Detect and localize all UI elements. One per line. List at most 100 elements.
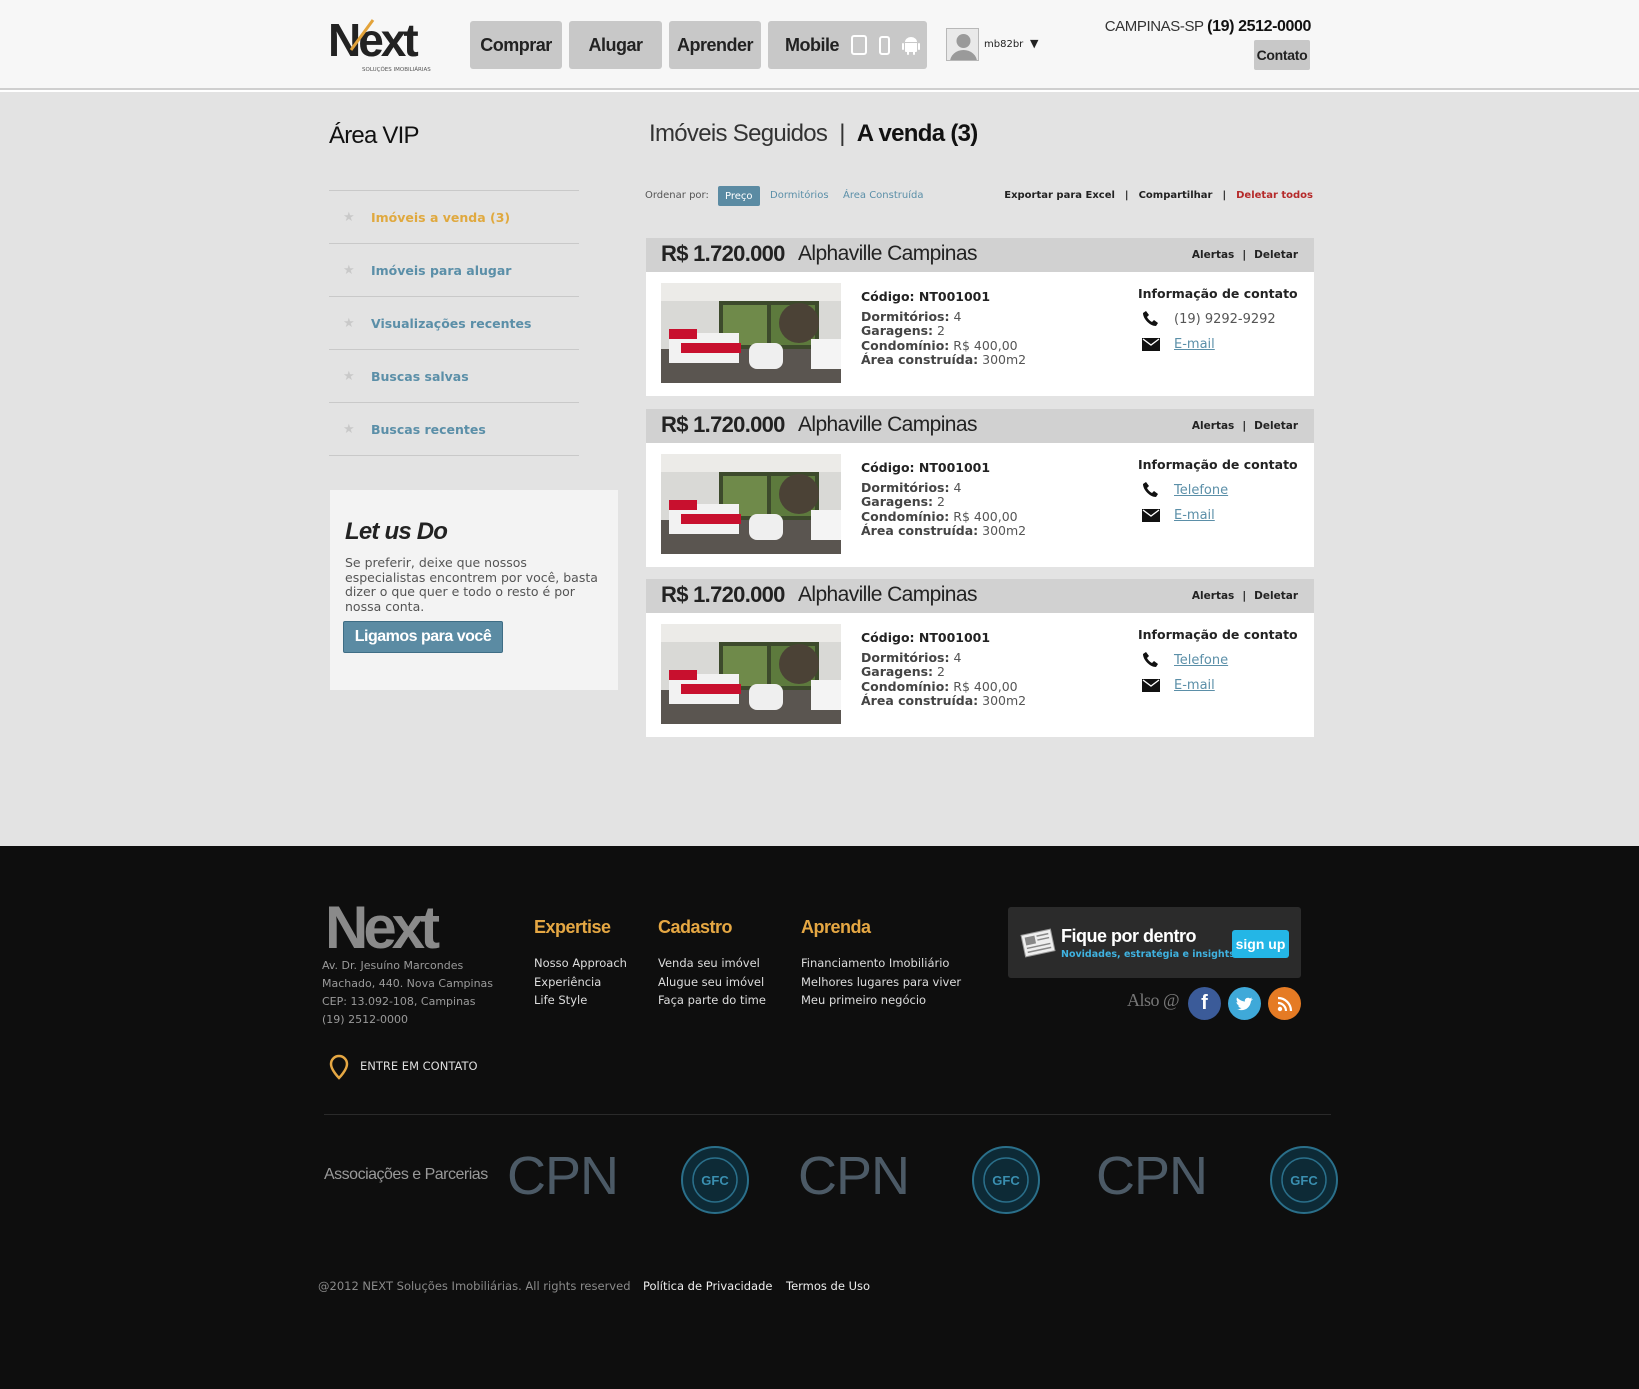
detail-value: 300m2 [982, 352, 1027, 367]
sort-preco-button[interactable]: Preço [718, 186, 760, 206]
footer-link[interactable]: Financiamento Imobiliário [801, 954, 961, 973]
property-code: Código: NT001001 [861, 289, 991, 304]
property-code: Código: NT001001 [861, 460, 991, 475]
footer-link[interactable]: Meu primeiro negócio [801, 991, 961, 1010]
sidebar-item-visualizacoes[interactable]: ★ Visualizações recentes [329, 297, 579, 350]
partner-cpn-logo[interactable]: CPN [798, 1145, 910, 1207]
contact-phone[interactable]: Telefone [1174, 483, 1228, 498]
detail-label: Garagens: [861, 494, 934, 509]
alertas-link[interactable]: Alertas [1192, 249, 1234, 261]
terms-of-use-link[interactable]: Termos de Uso [786, 1279, 870, 1293]
alertas-link[interactable]: Alertas [1192, 420, 1234, 432]
footer-col-title: Cadastro [658, 917, 733, 937]
contact-phone[interactable]: Telefone [1174, 653, 1228, 668]
card-location[interactable]: Alphaville Campinas [798, 242, 977, 266]
deletar-link[interactable]: Deletar [1254, 420, 1298, 432]
exportar-excel-link[interactable]: Exportar para Excel [1004, 190, 1115, 201]
ligamos-para-voce-button[interactable]: Ligamos para você [343, 621, 503, 653]
newsletter-box: Fique por dentro Novidades, estratégia e… [1008, 907, 1301, 978]
deletar-link[interactable]: Deletar [1254, 590, 1298, 602]
sign-up-button[interactable]: sign up [1232, 930, 1289, 958]
partner-guarani-seal[interactable]: GFC [680, 1145, 750, 1215]
user-menu-caret-icon[interactable]: ▼ [1030, 37, 1038, 50]
card-price[interactable]: R$ 1.720.000 [661, 412, 785, 438]
partner-cpn-logo[interactable]: CPN [507, 1145, 619, 1207]
facebook-icon[interactable]: f [1188, 987, 1221, 1020]
newspaper-icon [1020, 927, 1056, 963]
next-logo[interactable]: Next SOLUÇÕES IMOBILIÁRIAS [328, 14, 443, 74]
detail-label: Garagens: [861, 323, 934, 338]
detail-value: 300m2 [982, 693, 1027, 708]
deletar-link[interactable]: Deletar [1254, 249, 1298, 261]
sidebar-item-imoveis-venda[interactable]: ★ Imóveis a venda (3) [329, 191, 579, 244]
let-us-do-promo: Let us Do Se preferir, deixe que nossos … [330, 490, 618, 690]
footer-link[interactable]: Venda seu imóvel [658, 954, 766, 973]
sidebar-item-buscas-recentes[interactable]: ★ Buscas recentes [329, 403, 579, 456]
action-separator: | [1242, 590, 1247, 602]
property-details: Código: NT001001 Dormitórios: 4 Garagens… [861, 630, 1027, 709]
card-location[interactable]: Alphaville Campinas [798, 413, 977, 437]
sidebar-item-label: Visualizações recentes [371, 315, 532, 331]
contact-email-row: E-mail [1138, 508, 1308, 523]
footer-link[interactable]: Faça parte do time [658, 991, 766, 1010]
sidebar-item-label: Imóveis para alugar [371, 262, 512, 278]
partner-cpn-logo[interactable]: CPN [1096, 1145, 1208, 1207]
sidebar-item-imoveis-alugar[interactable]: ★ Imóveis para alugar [329, 244, 579, 297]
nav-mobile-button[interactable]: Mobile [768, 21, 927, 69]
property-card: R$ 1.720.000 Alphaville Campinas Alertas… [646, 409, 1314, 567]
contact-phone-row: (19) 9292-9292 [1138, 310, 1308, 328]
footer-link[interactable]: Melhores lugares para viver [801, 973, 961, 992]
property-photo[interactable] [661, 624, 841, 724]
contact-title: Informação de contato [1138, 457, 1298, 472]
property-photo[interactable] [661, 283, 841, 383]
action-separator: | [1242, 420, 1247, 432]
footer-link[interactable]: Life Style [534, 991, 627, 1010]
contact-email-link[interactable]: E-mail [1174, 508, 1215, 523]
envelope-icon [1138, 679, 1174, 692]
nav-comprar-button[interactable]: Comprar [470, 21, 562, 69]
detail-row: Área construída: 300m2 [861, 693, 1027, 709]
detail-value: R$ 400,00 [953, 337, 1018, 353]
list-heading-current: A venda (3) [856, 120, 978, 147]
contact-phone-row: Telefone [1138, 481, 1308, 499]
footer-link[interactable]: Experiência [534, 973, 627, 992]
detail-value: 2 [937, 323, 945, 338]
contato-button[interactable]: Contato [1254, 40, 1310, 70]
entre-em-contato-link[interactable]: ENTRE EM CONTATO [360, 1059, 478, 1073]
contact-email-link[interactable]: E-mail [1174, 337, 1215, 352]
detail-value: 300m2 [982, 523, 1027, 538]
site-footer: Next Av. Dr. Jesuíno Marcondes Machado, … [0, 846, 1639, 1389]
property-photo[interactable] [661, 454, 841, 554]
star-icon: ★ [343, 209, 355, 225]
partner-guarani-seal[interactable]: GFC [971, 1145, 1041, 1215]
card-price[interactable]: R$ 1.720.000 [661, 241, 785, 267]
list-heading-section: Imóveis Seguidos [649, 120, 828, 147]
sort-dormitorios-link[interactable]: Dormitórios [770, 190, 829, 201]
deletar-todos-link[interactable]: Deletar todos [1236, 190, 1313, 201]
contact-title: Informação de contato [1138, 286, 1298, 301]
sidebar-item-buscas-salvas[interactable]: ★ Buscas salvas [329, 350, 579, 403]
footer-logo[interactable]: Next [325, 894, 465, 961]
sort-area-link[interactable]: Área Construída [843, 190, 923, 201]
twitter-icon[interactable] [1228, 987, 1261, 1020]
partner-guarani-seal[interactable]: GFC [1269, 1145, 1339, 1215]
nav-alugar-button[interactable]: Alugar [569, 21, 662, 69]
username-label[interactable]: mb82br [984, 39, 1023, 50]
footer-link[interactable]: Alugue seu imóvel [658, 973, 766, 992]
contact-email-link[interactable]: E-mail [1174, 678, 1215, 693]
sort-bar: Ordenar por: Preço Dormitórios Área Cons… [645, 186, 1313, 206]
user-avatar[interactable] [946, 28, 979, 61]
alertas-link[interactable]: Alertas [1192, 590, 1234, 602]
detail-row: Condomínio: R$ 400,00 [861, 337, 1026, 354]
sidebar-item-label: Buscas recentes [371, 421, 486, 437]
footer-link[interactable]: Nosso Approach [534, 954, 627, 973]
compartilhar-link[interactable]: Compartilhar [1139, 190, 1213, 201]
nav-aprender-button[interactable]: Aprender [669, 21, 761, 69]
detail-row: Condomínio: R$ 400,00 [861, 509, 1026, 525]
privacy-policy-link[interactable]: Política de Privacidade [643, 1279, 772, 1293]
rss-icon[interactable] [1268, 987, 1301, 1020]
card-price[interactable]: R$ 1.720.000 [661, 582, 785, 608]
address-line: Machado, 440. Nova Campinas [322, 977, 494, 990]
card-location[interactable]: Alphaville Campinas [798, 583, 977, 607]
newsletter-subtitle: Novidades, estratégia e insights [1061, 949, 1235, 960]
